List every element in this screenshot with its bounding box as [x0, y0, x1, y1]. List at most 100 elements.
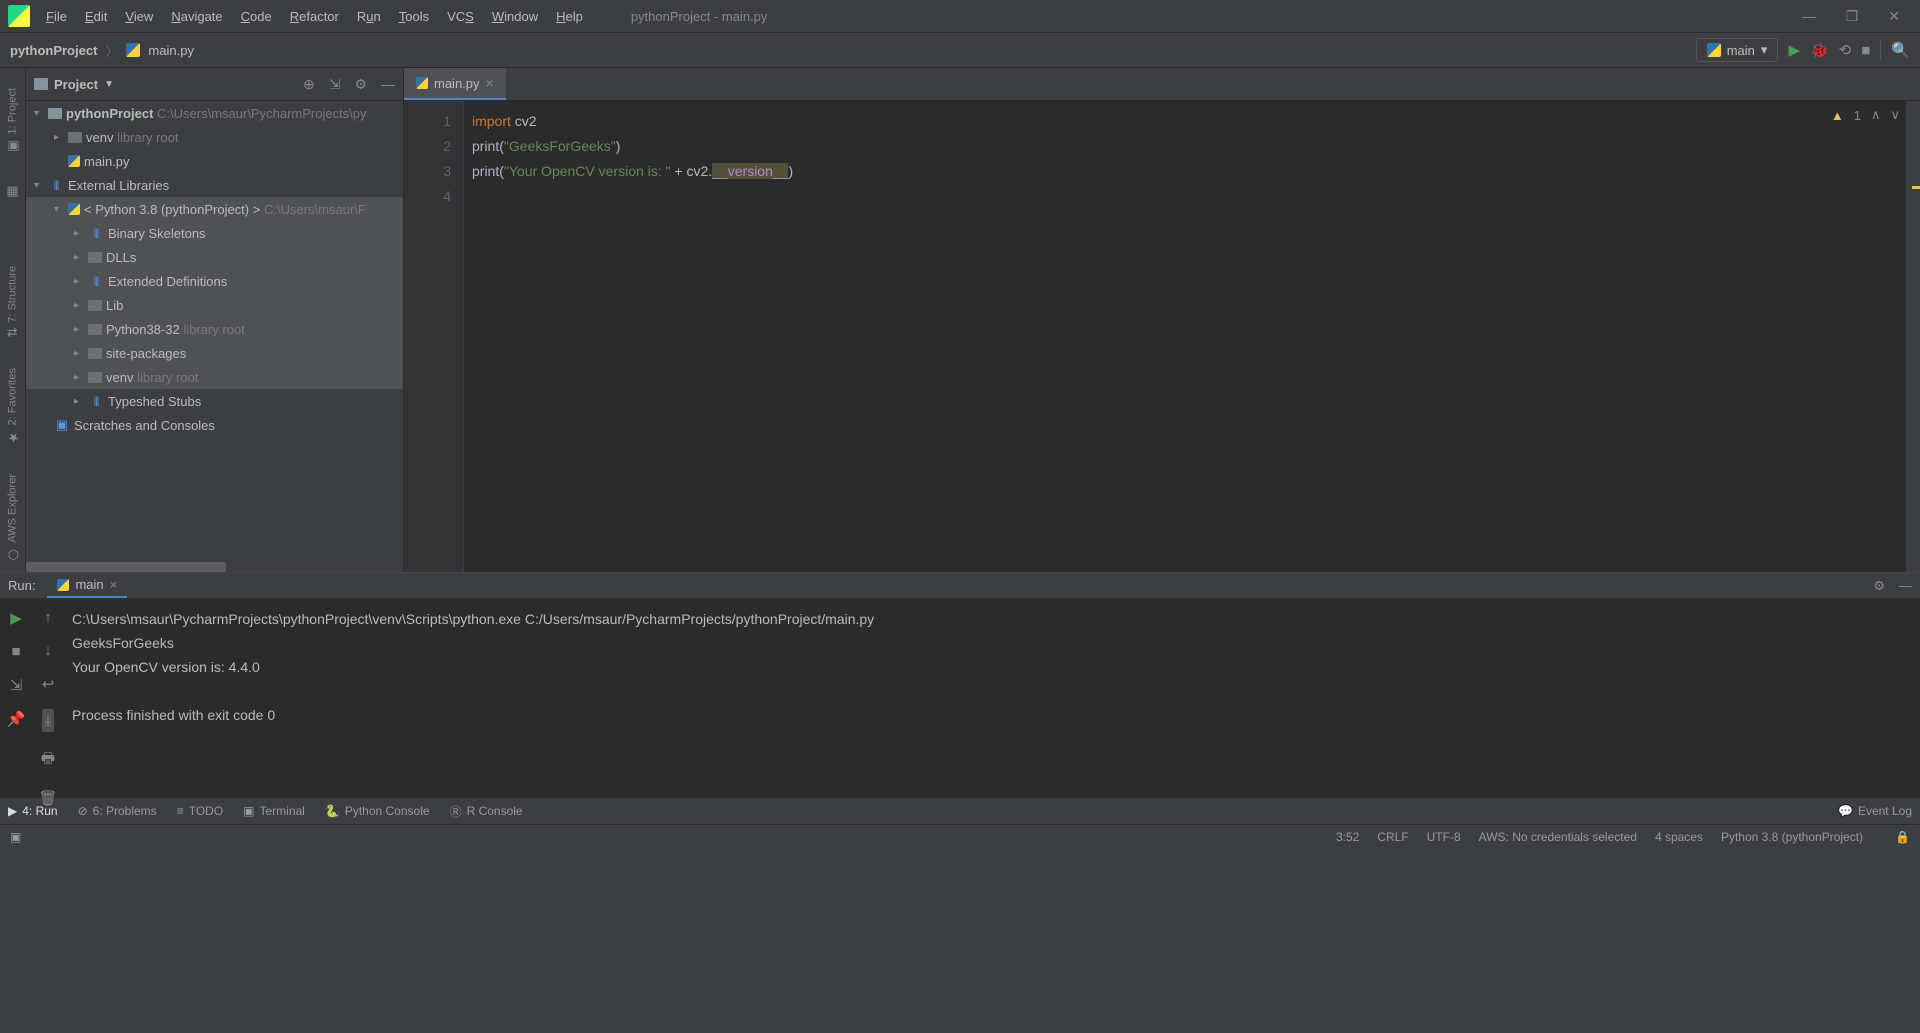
layout-icon[interactable]: ⇲ [10, 676, 23, 694]
down-stack-icon[interactable]: ↓ [44, 642, 52, 659]
line-number: 2 [404, 134, 451, 159]
horizontal-scrollbar[interactable] [26, 562, 226, 572]
structure-toolwindow-button[interactable]: ⇅7: Structure [5, 266, 20, 338]
tree-scratches[interactable]: ▣ Scratches and Consoles [26, 413, 403, 437]
tree-typeshed[interactable]: ▸ Typeshed Stubs [26, 389, 403, 413]
tree-label: Typeshed Stubs [108, 394, 201, 409]
menu-view[interactable]: View [117, 3, 161, 30]
tree-lib[interactable]: ▸ Lib [26, 293, 403, 317]
stop-icon[interactable]: ■ [1861, 42, 1870, 59]
toolwindows-icon[interactable]: ▣ [10, 830, 21, 844]
breadcrumb-project[interactable]: pythonProject [10, 43, 97, 58]
tree-project-root[interactable]: ▾ pythonProject C:\Users\msaur\PycharmPr… [26, 101, 403, 125]
search-icon[interactable]: 🔍 [1891, 41, 1910, 59]
run-icon[interactable]: ▶ [1788, 41, 1800, 59]
tree-venv-lib[interactable]: ▸ venv library root [26, 365, 403, 389]
todo-icon: ≡ [177, 804, 184, 818]
tree-binary-skeletons[interactable]: ▸ Binary Skeletons [26, 221, 403, 245]
settings-icon[interactable]: ⚙ [354, 76, 367, 93]
inspection-widget[interactable]: ▲ 1 ∧ ∨ [1831, 107, 1900, 123]
prev-highlight-icon[interactable]: ∧ [1871, 107, 1881, 123]
menu-help[interactable]: Help [548, 3, 591, 30]
scroll-to-end-icon[interactable]: ⤓ [42, 709, 55, 732]
app-logo-icon [8, 5, 30, 27]
tree-python-lib[interactable]: ▾ < Python 3.8 (pythonProject) > C:\User… [26, 197, 403, 221]
select-opened-icon[interactable]: ⊕ [303, 76, 315, 93]
run-tab[interactable]: main × [47, 573, 127, 598]
breadcrumb-file[interactable]: main.py [148, 43, 194, 58]
editor-tab-mainpy[interactable]: main.py × [404, 68, 506, 100]
minimize-icon[interactable]: — [1802, 8, 1816, 25]
run-output[interactable]: C:\Users\msaur\PycharmProjects\pythonPro… [64, 599, 1920, 807]
coverage-icon[interactable]: ⟲ [1839, 41, 1852, 59]
lock-icon[interactable]: 🔒 [1895, 830, 1910, 844]
tool-terminal[interactable]: ▣Terminal [243, 804, 305, 818]
tree-dlls[interactable]: ▸ DLLs [26, 245, 403, 269]
close-icon[interactable]: ✕ [1888, 8, 1900, 25]
warning-icon: ▲ [1831, 108, 1844, 123]
tree-label: venv [106, 370, 133, 385]
tree-venv[interactable]: ▸ venv library root [26, 125, 403, 149]
status-encoding[interactable]: UTF-8 [1427, 830, 1461, 844]
status-linesep[interactable]: CRLF [1377, 830, 1408, 844]
code-area: 1 2 3 4 import cv2 print("GeeksForGeeks"… [404, 101, 1920, 572]
tree-site-packages[interactable]: ▸ site-packages [26, 341, 403, 365]
settings-icon[interactable]: ⚙ [1873, 578, 1885, 594]
code-text[interactable]: import cv2 print("GeeksForGeeks") print(… [464, 101, 1906, 572]
tree-label: site-packages [106, 346, 186, 361]
next-highlight-icon[interactable]: ∨ [1890, 107, 1900, 123]
up-stack-icon[interactable]: ↑ [44, 609, 52, 626]
soft-wrap-icon[interactable]: ↩ [42, 675, 55, 693]
hide-icon[interactable]: — [381, 76, 395, 93]
error-stripe[interactable] [1906, 101, 1920, 572]
expand-all-icon[interactable]: ⇲ [329, 76, 341, 93]
close-tab-icon[interactable]: × [486, 75, 494, 91]
menu-code[interactable]: Code [233, 3, 280, 30]
tree-extended-definitions[interactable]: ▸ Extended Definitions [26, 269, 403, 293]
stop-icon[interactable]: ■ [11, 643, 20, 660]
favorites-toolwindow-button[interactable]: ★2: Favorites [5, 368, 20, 444]
project-toolwindow-button[interactable]: ▣1: Project [5, 88, 20, 153]
tool-r-console[interactable]: ⓇR Console [450, 803, 523, 820]
maximize-icon[interactable]: ❐ [1846, 8, 1859, 25]
tree-external-libs[interactable]: ▾ External Libraries [26, 173, 403, 197]
status-position[interactable]: 3:52 [1336, 830, 1359, 844]
warning-mark[interactable] [1912, 186, 1920, 189]
status-interpreter[interactable]: Python 3.8 (pythonProject) [1721, 830, 1863, 844]
tool-problems[interactable]: ⊘6: Problems [78, 804, 157, 818]
menu-edit[interactable]: Edit [77, 3, 115, 30]
debug-icon[interactable]: 🐞 [1810, 41, 1829, 59]
python-file-icon [416, 77, 428, 89]
aws-toolwindow-button[interactable]: ⬡AWS Explorer [5, 474, 20, 562]
tool-python-console[interactable]: 🐍Python Console [325, 804, 430, 818]
menu-vcs[interactable]: VCS [439, 3, 482, 30]
menu-window[interactable]: Window [484, 3, 546, 30]
tree-python38[interactable]: ▸ Python38-32 library root [26, 317, 403, 341]
menu-run[interactable]: Run [349, 3, 389, 30]
tool-run[interactable]: ▶4: Run [8, 804, 58, 818]
toolwindow-icon[interactable]: ▦ [6, 183, 18, 199]
tool-event-log[interactable]: 💬Event Log [1838, 804, 1912, 818]
tree-mainpy[interactable]: main.py [26, 149, 403, 173]
print-icon[interactable]: 🖶 [41, 748, 55, 773]
r-icon: Ⓡ [450, 803, 462, 820]
status-aws[interactable]: AWS: No credentials selected [1479, 830, 1637, 844]
project-tree[interactable]: ▾ pythonProject C:\Users\msaur\PycharmPr… [26, 101, 403, 572]
menu-refactor[interactable]: Refactor [282, 3, 347, 30]
menu-file[interactable]: File [38, 3, 75, 30]
menu-navigate[interactable]: Navigate [163, 3, 230, 30]
pin-icon[interactable]: 📌 [7, 710, 26, 728]
chevron-down-icon[interactable]: ▼ [104, 79, 114, 90]
run-config-selector[interactable]: main ▾ [1696, 38, 1779, 62]
close-tab-icon[interactable]: × [110, 577, 118, 592]
rerun-icon[interactable]: ▶ [10, 609, 22, 627]
menu-tools[interactable]: Tools [391, 3, 437, 30]
project-panel-title[interactable]: Project [54, 77, 98, 92]
python-icon [57, 579, 69, 591]
hide-icon[interactable]: — [1899, 578, 1912, 594]
run-panel: Run: main × ⚙ — ▶ ■ ⇲ 📌 ↑ ↓ ↩ ⤓ 🖶 🗑 C:\U… [0, 572, 1920, 797]
python-icon: 🐍 [325, 804, 340, 818]
run-label: Run: [8, 578, 35, 593]
status-indent[interactable]: 4 spaces [1655, 830, 1703, 844]
tool-todo[interactable]: ≡TODO [177, 804, 223, 818]
